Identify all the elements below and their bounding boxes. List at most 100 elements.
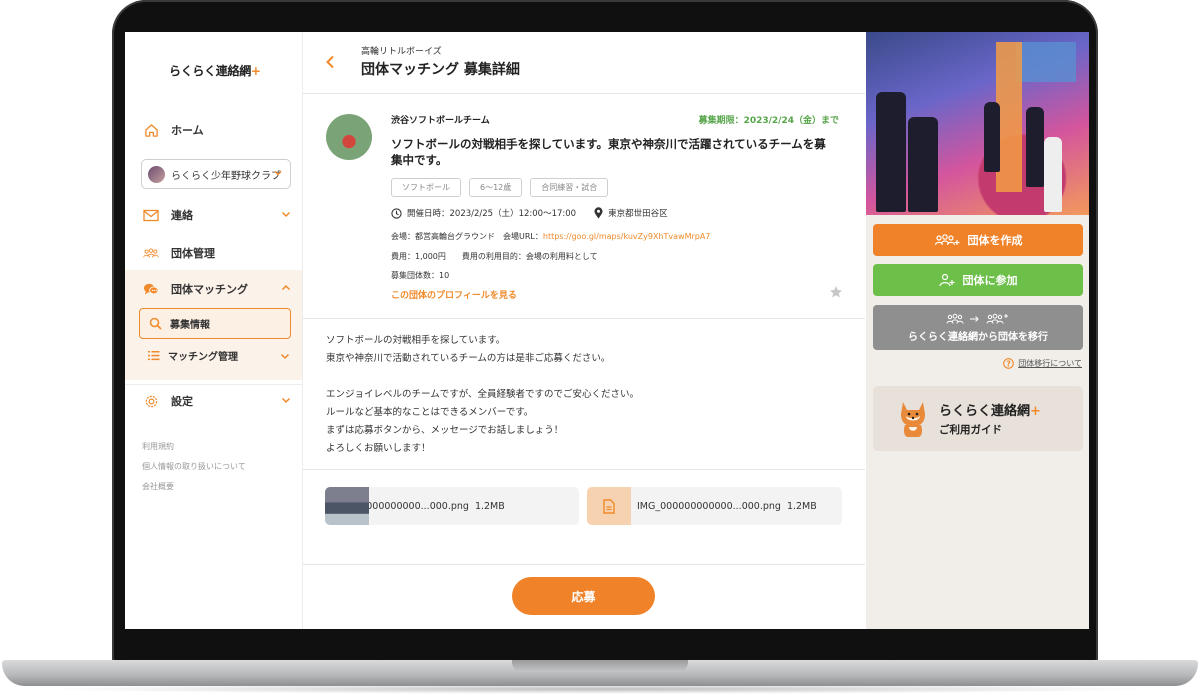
create-group-button[interactable]: 団体を作成 — [873, 224, 1083, 256]
sidebar-item-settings[interactable]: 設定 — [125, 384, 302, 417]
main-content: 高輪リトルボーイズ 団体マッチング 募集詳細 渋谷ソフトボールチーム 募集期限：… — [303, 32, 865, 629]
chevron-up-icon — [280, 282, 292, 297]
home-icon — [143, 122, 159, 138]
clock-icon — [391, 207, 402, 219]
team-name: 渋谷ソフトボールチーム — [391, 116, 490, 126]
migrate-group-button[interactable]: らくらく連絡網から団体を移行 — [873, 305, 1083, 350]
attachment-item[interactable]: IMG_000000000000...000.png 1.2MB — [587, 487, 842, 525]
add-group-icon — [934, 233, 960, 247]
photo-person — [984, 102, 1000, 172]
attachment-thumbnail — [325, 487, 369, 525]
sidebar-item-label: 連絡 — [171, 209, 193, 222]
sidebar-item-contact[interactable]: 連絡 — [125, 199, 302, 231]
app-screen: らくらく連絡網+ ホーム らくらく少年野球クラブ 連絡 団体管理 団体マッチング… — [125, 32, 1089, 629]
add-user-icon — [938, 273, 955, 287]
attachment-name: IMG_000000000000...000.png — [637, 500, 781, 512]
team-avatar[interactable] — [326, 114, 372, 160]
sidebar-item-label: 団体管理 — [171, 247, 215, 260]
deadline-label: 募集期限：2023/2/24（金）まで — [698, 116, 839, 126]
tag-list: ソフトボール 6〜12歳 合同練習・試合 — [391, 178, 609, 197]
search-icon — [149, 317, 162, 330]
recruit-title: ソフトボールの対戦相手を探しています。東京や神奈川で活躍されているチームを募集中… — [391, 137, 826, 167]
recruit-description: ソフトボールの対戦相手を探しています。 東京や神奈川で活動されているチームの方は… — [326, 335, 640, 454]
chat-bubbles-icon — [143, 281, 159, 297]
document-icon — [587, 487, 631, 525]
club-avatar — [148, 165, 165, 183]
apply-button[interactable]: 応募 — [512, 577, 655, 615]
sidebar-item-label: 募集情報 — [170, 320, 210, 331]
help-icon: ? — [1003, 358, 1015, 369]
count-line: 募集団体数：10 — [391, 271, 450, 280]
banner-photo — [866, 32, 1089, 215]
sidebar-item-group-manage[interactable]: 団体管理 — [125, 237, 302, 269]
location-pin-icon — [594, 207, 603, 219]
people-icon — [143, 245, 159, 261]
chevron-down-icon — [279, 350, 291, 365]
sidebar-item-label: 団体マッチング — [171, 283, 248, 296]
privacy-link[interactable]: 個人情報の取り扱いについて — [142, 457, 246, 477]
photo-backboard — [1016, 42, 1076, 82]
user-guide-banner[interactable]: らくらく連絡網+ ご利用ガイド — [873, 386, 1083, 451]
mail-icon — [143, 207, 159, 223]
attachment-item[interactable]: IMG_000000000000...000.png 1.2MB — [325, 487, 579, 525]
join-group-label: 団体に参加 — [962, 274, 1018, 287]
attachment-size: 1.2MB — [786, 500, 817, 512]
migrate-help-label: 団体移行について — [1018, 359, 1082, 368]
venue-line: 会場：都営高輪台グラウンド 会場URL：https://goo.gl/maps/… — [391, 231, 710, 242]
app-logo-text: らくらく連絡網 — [169, 64, 251, 78]
tag-type: 合同練習・試合 — [530, 178, 609, 197]
right-panel: 団体を作成 団体に参加 らくらく連絡網から団体を移行 ? 団体移行について らく… — [866, 32, 1089, 629]
list-icon — [148, 350, 160, 361]
venue-url-link[interactable]: https://goo.gl/maps/kuvZy9XhTvawMrpA7 — [543, 232, 711, 241]
app-logo[interactable]: らくらく連絡網+ — [169, 62, 261, 79]
guide-title: らくらく連絡網+ — [939, 400, 1041, 419]
create-group-label: 団体を作成 — [967, 234, 1023, 247]
club-select-value: らくらく少年野球クラブ — [171, 170, 281, 182]
guide-title-text: らくらく連絡網 — [939, 404, 1031, 419]
meta-row: 開催日時：2023/2/25（土）12:00〜17:00 東京都世田谷区 — [391, 207, 668, 219]
chevron-down-icon — [273, 168, 283, 181]
chevron-down-icon — [280, 394, 292, 409]
attachment-size: 1.2MB — [474, 500, 505, 512]
shiba-mascot-icon — [897, 398, 929, 438]
event-datetime: 開催日時：2023/2/25（土）12:00〜17:00 — [407, 209, 577, 219]
company-link[interactable]: 会社概要 — [142, 477, 246, 497]
team-profile-link[interactable]: この団体のプロフィールを見る — [391, 288, 517, 301]
event-location: 東京都世田谷区 — [608, 209, 668, 219]
tag-sport: ソフトボール — [391, 178, 461, 197]
sidebar-item-group-matching[interactable]: 団体マッチング — [125, 273, 302, 305]
divider — [303, 469, 865, 470]
chevron-down-icon — [280, 208, 292, 223]
join-group-button[interactable]: 団体に参加 — [873, 264, 1083, 296]
sidebar-item-matching-manage[interactable]: マッチング管理 — [139, 345, 291, 365]
sidebar-item-label: ホーム — [171, 124, 204, 137]
guide-subtitle: ご利用ガイド — [939, 424, 1002, 436]
photo-person — [1026, 107, 1044, 187]
terms-link[interactable]: 利用規約 — [142, 437, 246, 457]
gear-icon — [143, 393, 159, 409]
page-title: 団体マッチング 募集詳細 — [361, 62, 520, 78]
page-subtitle: 高輪リトルボーイズ — [361, 47, 442, 57]
tag-age: 6〜12歳 — [469, 178, 523, 197]
migrate-group-label: らくらく連絡網から団体を移行 — [908, 331, 1048, 343]
guide-title-plus: + — [1030, 404, 1041, 419]
laptop-notch — [512, 660, 688, 672]
star-icon[interactable] — [829, 284, 843, 303]
app-logo-plus: + — [250, 64, 261, 78]
page-header: 高輪リトルボーイズ 団体マッチング 募集詳細 — [303, 32, 865, 94]
back-arrow-icon[interactable] — [325, 54, 335, 73]
sidebar-item-recruit-info[interactable]: 募集情報 — [139, 308, 291, 339]
photo-person — [908, 117, 938, 212]
migrate-help-link[interactable]: ? 団体移行について — [1003, 358, 1082, 369]
recruit-card: 渋谷ソフトボールチーム 募集期限：2023/2/24（金）まで ソフトボールの対… — [303, 94, 865, 319]
footer-links: 利用規約 個人情報の取り扱いについて 会社概要 — [142, 437, 246, 497]
club-select[interactable]: らくらく少年野球クラブ — [141, 159, 291, 189]
svg-text:?: ? — [1007, 359, 1011, 368]
sidebar-item-home[interactable]: ホーム — [125, 114, 302, 146]
sidebar-item-label: マッチング管理 — [168, 351, 238, 363]
divider — [303, 564, 865, 565]
venue-text: 会場：都営高輪台グラウンド 会場URL： — [391, 232, 543, 241]
photo-person — [876, 92, 906, 212]
sidebar-item-label: 設定 — [171, 395, 193, 408]
migrate-icon — [946, 313, 1010, 325]
